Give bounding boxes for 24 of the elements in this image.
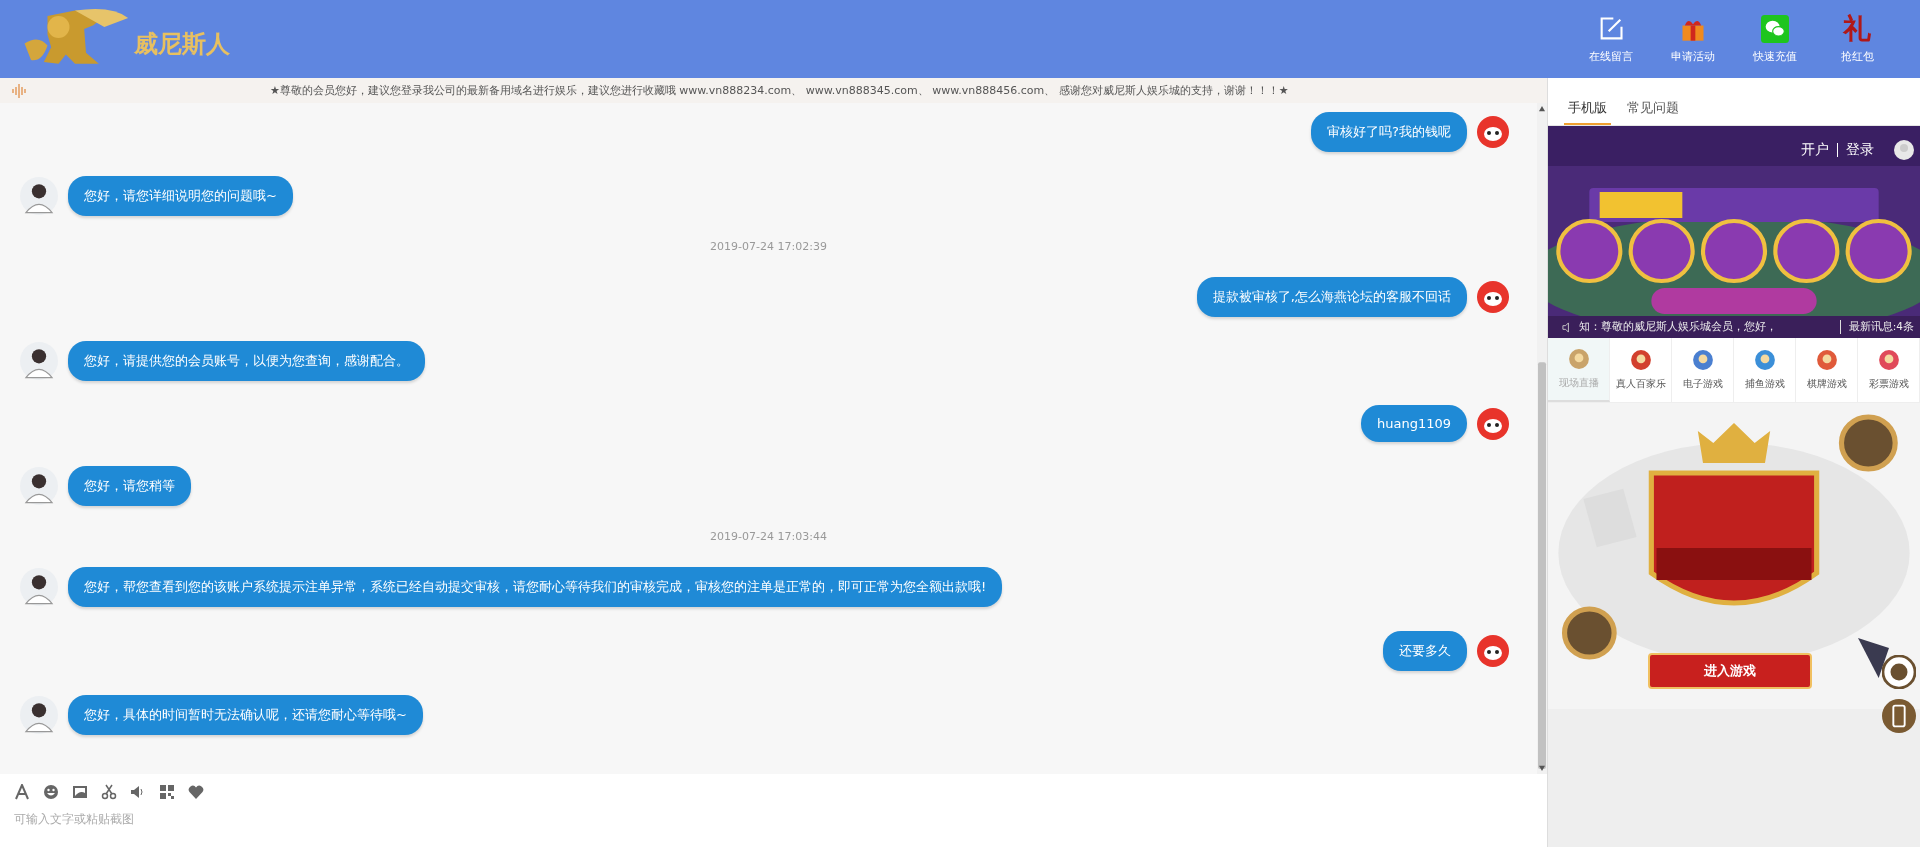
user-message: 还要多久 [1383,631,1467,671]
header-action-button[interactable]: 申请活动 [1660,14,1726,64]
user-message: 审核好了吗?我的钱呢 [1311,112,1467,152]
agent-message: 您好，请您稍等 [68,466,191,506]
message-timestamp: 2019-07-24 17:03:44 [709,530,828,543]
message-timestamp: 2019-07-24 17:02:39 [709,240,828,253]
login-link[interactable]: 登录 [1846,141,1874,159]
agent-message: 您好，帮您查看到您的该账户系统提示注单异常，系统已经自动提交审核，请您耐心等待我们的审核完成，审核您的注单是正常的，即可正常为您全额出款哦! [68,567,1003,607]
agent-message: 您好，请您详细说明您的问题哦~ [68,176,293,216]
side-tab[interactable]: 常见问题 [1623,99,1683,125]
ticker-text: 知：尊敬的威尼斯人娱乐城会员，您好， [1579,320,1778,334]
logo-text: 威尼斯人 [134,28,230,60]
header-action-button[interactable]: 快速充值 [1742,14,1808,64]
notice-text: ★尊敬的会员您好，建议您登录我公司的最新备用域名进行娱乐，建议您进行收藏哦 www.vn888234.com、 www.vn888345.com、 www.vn888456.com、 感谢您对威尼斯人娱乐城的支持，谢谢！！！★ [270,83,1289,98]
header-action-button[interactable]: 在线留言 [1578,14,1644,64]
header-action-button[interactable]: 礼 抢红包 [1824,14,1890,64]
enter-game-button[interactable]: 进入游戏 [1648,653,1812,689]
user-message: 提款被审核了,怎么海燕论坛的客服不回话 [1196,277,1467,317]
news-count[interactable]: 最新讯息:4条 [1839,320,1914,334]
register-link[interactable]: 开户 [1801,141,1829,159]
gift-glyph: 礼 [1843,14,1871,43]
user-message: huang1109 [1360,405,1467,442]
agent-message: 您好，请提供您的会员账号，以便为您查询，感谢配合。 [68,341,425,381]
agent-message: 您好，具体的时间暂时无法确认呢，还请您耐心等待哦~ [68,695,423,735]
